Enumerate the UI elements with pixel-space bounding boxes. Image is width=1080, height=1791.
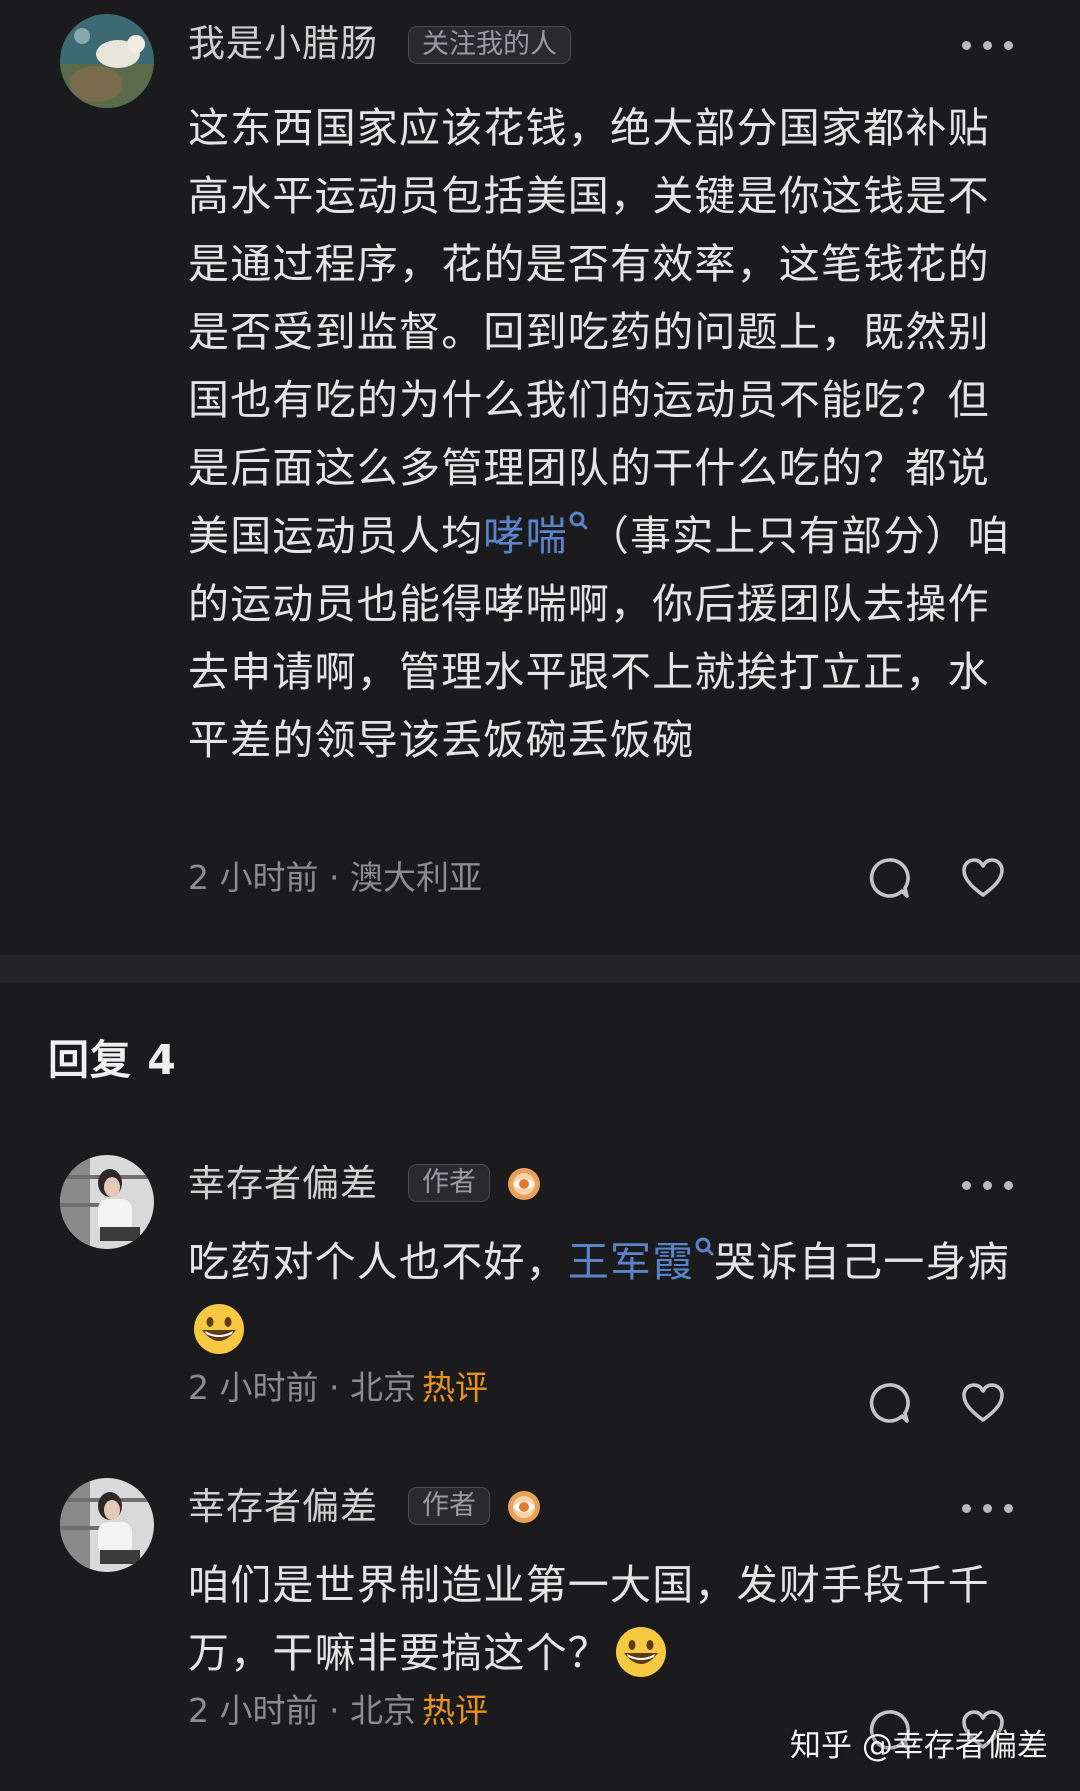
reply-body: 咱们是世界制造业第一大国，发财手段千千万，干嘛非要搞这个？ (188, 1551, 1018, 1687)
avatar[interactable] (60, 1155, 154, 1249)
reply-body: 吃药对个人也不好，王军霞 哭诉自己一身病 (188, 1228, 1018, 1364)
heart-icon[interactable] (960, 1380, 1006, 1426)
reply-meta: 2 小时前 · 北京 热评 (188, 1689, 488, 1733)
more-dots-icon[interactable] (962, 1179, 1014, 1193)
user-name[interactable]: 幸存者偏差 (188, 1160, 378, 1208)
more-dots-icon[interactable] (962, 39, 1014, 53)
search-icon[interactable] (694, 1236, 714, 1262)
keyword-link[interactable]: 王军霞 (568, 1238, 695, 1286)
hot-comment-label: 热评 (421, 1368, 488, 1407)
replies-heading: 回复 4 (48, 1036, 177, 1084)
reply-meta: 2 小时前 · 北京 热评 (188, 1366, 488, 1410)
creator-badge-icon (508, 1168, 540, 1200)
follower-tag: 关注我的人 (408, 26, 571, 64)
grin-emoji-icon (616, 1627, 666, 1677)
reply-time-location: 2 小时前 · 北京 (188, 1691, 416, 1730)
user-name[interactable]: 幸存者偏差 (188, 1483, 378, 1531)
hot-comment-label: 热评 (421, 1691, 488, 1730)
comment-text: 这东西国家应该花钱，绝大部分国家都补贴高水平运动员包括美国，关键是你这钱是不是通… (188, 104, 990, 560)
creator-badge-icon (508, 1491, 540, 1523)
avatar[interactable] (60, 14, 154, 108)
grin-emoji-icon (194, 1304, 244, 1354)
section-divider (0, 955, 1080, 983)
watermark: 知乎 @幸存者偏差 (790, 1728, 1048, 1764)
comment-body: 这东西国家应该花钱，绝大部分国家都补贴高水平运动员包括美国，关键是你这钱是不是通… (188, 94, 1018, 774)
heart-icon[interactable] (960, 855, 1006, 901)
more-dots-icon[interactable] (962, 1502, 1014, 1516)
user-name[interactable]: 我是小腊肠 (188, 20, 378, 68)
author-tag: 作者 (408, 1487, 490, 1525)
comment-meta: 2 小时前 · 澳大利亚 (188, 858, 482, 897)
avatar[interactable] (60, 1478, 154, 1572)
keyword-link[interactable]: 哮喘 (483, 512, 567, 560)
reply-time-location: 2 小时前 · 北京 (188, 1368, 416, 1407)
comment-bubble-icon[interactable] (866, 1380, 912, 1426)
search-icon[interactable] (568, 510, 588, 536)
reply-text: 咱们是世界制造业第一大国，发财手段千千万，干嘛非要搞这个？ (188, 1561, 990, 1677)
comment-card: 我是小腊肠 关注我的人 这东西国家应该花钱，绝大部分国家都补贴高水平运动员包括美… (0, 0, 1080, 955)
reply-text-continued: 哭诉自己一身病 (714, 1238, 1010, 1286)
reply-card: 幸存者偏差 作者 吃药对个人也不好，王军霞 哭诉自己一身病 2 小时前 · 北京热… (0, 1150, 1080, 1450)
reply-text: 吃药对个人也不好， (188, 1238, 568, 1286)
comment-bubble-icon[interactable] (866, 855, 912, 901)
author-tag: 作者 (408, 1164, 490, 1202)
